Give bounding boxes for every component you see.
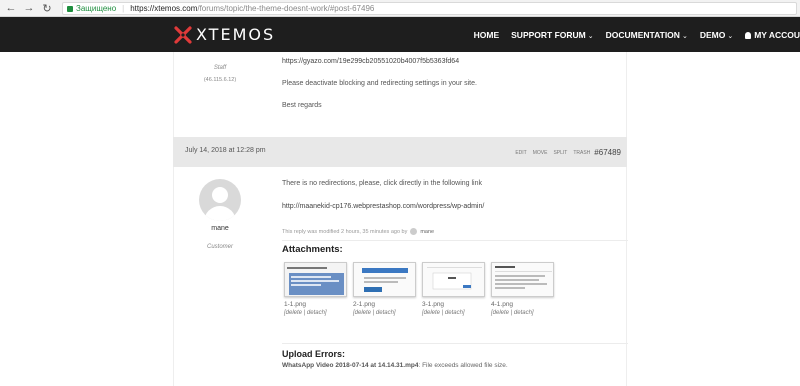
author-ip: (46.115.6.12) [203, 77, 237, 83]
modified-author[interactable]: mane [420, 229, 434, 235]
reply-current: mane Customer There is no redirections, … [173, 167, 628, 386]
attachment-item: 2-1.png [delete | detach] [353, 262, 416, 342]
attachment-thumbnail[interactable] [284, 262, 347, 297]
reply-author-column: Staff (46.115.6.12) [174, 52, 266, 137]
reply-text: There is no redirections, please, click … [282, 180, 482, 187]
avatar-body-shape [204, 206, 236, 221]
screenshot-thumbnail-icon [492, 263, 553, 296]
post-permalink[interactable]: #67489 [594, 148, 621, 157]
move-link[interactable]: MOVE [533, 150, 548, 156]
forum-topic: Staff (46.115.6.12) https://gyazo.com/19… [173, 52, 628, 386]
chevron-down-icon: ⌄ [727, 32, 734, 40]
author-role: Customer [206, 244, 233, 250]
url-path: /forums/topic/the-theme-doesnt-work/#pos… [197, 4, 375, 13]
main-nav: HOME SUPPORT FORUM ⌄ DOCUMENTATION ⌄ DEMO ⌄… [462, 17, 800, 52]
split-link[interactable]: SPLIT [553, 150, 567, 156]
back-icon[interactable]: ← [4, 1, 18, 15]
attachments-list: 1-1.png [delete | detach] 2-1.png [delet… [284, 262, 554, 342]
modified-text: This reply was modified 2 hours, 35 minu… [282, 228, 408, 235]
url-host: https://xtemos.com [130, 4, 198, 13]
attachment-item: 3-1.png [delete | detach] [422, 262, 485, 342]
reply-link[interactable]: https://gyazo.com/19e299cb20551020b4007f… [282, 58, 459, 65]
chevron-down-icon: ⌄ [587, 32, 594, 40]
upload-error-text: : File exceeds allowed file size. [418, 362, 508, 369]
upload-errors-title: Upload Errors: [282, 349, 346, 359]
attachment-name[interactable]: 2-1.png [353, 301, 416, 308]
divider [282, 240, 628, 241]
author-role: Staff [213, 65, 227, 71]
attachment-thumbnail[interactable] [491, 262, 554, 297]
page-margin-right [627, 52, 800, 386]
nav-demo[interactable]: DEMO ⌄ [700, 30, 733, 40]
upload-error-file: WhatsApp Video 2018-07-14 at 14.14.31.mp… [282, 362, 419, 369]
attachment-actions[interactable]: [delete | detach] [491, 310, 554, 316]
chevron-down-icon: ⌄ [681, 32, 688, 40]
logo-text: XTEMOS [196, 25, 276, 44]
site-logo[interactable]: XTEMOS [174, 25, 275, 44]
address-bar[interactable]: Защищено | https://xtemos.com /forums/to… [62, 2, 797, 15]
attachment-item: 4-1.png [delete | detach] [491, 262, 554, 342]
attachment-name[interactable]: 4-1.png [491, 301, 554, 308]
avatar[interactable] [199, 179, 241, 221]
reply-signoff: Best regards [282, 102, 322, 109]
author-name[interactable]: mane [174, 225, 266, 232]
edit-link[interactable]: EDIT [515, 150, 526, 156]
attachment-thumbnail[interactable] [353, 262, 416, 297]
xtemos-logo-icon [174, 25, 192, 44]
reply-date: July 14, 2018 at 12:28 pm [185, 147, 266, 154]
reply-header: July 14, 2018 at 12:28 pm EDIT MOVE SPLI… [173, 137, 627, 167]
attachment-actions[interactable]: [delete | detach] [284, 310, 347, 316]
attachment-name[interactable]: 1-1.png [284, 301, 347, 308]
attachments-title: Attachments: [282, 244, 343, 255]
modified-note: This reply was modified 2 hours, 35 minu… [282, 228, 434, 235]
user-icon [745, 31, 752, 39]
nav-documentation[interactable]: DOCUMENTATION ⌄ [606, 30, 688, 40]
reply-link[interactable]: http://maanekid-cp176.webprestashop.com/… [282, 203, 484, 210]
url-separator: | [122, 4, 125, 13]
secure-label: Защищено [76, 4, 117, 13]
nav-my-account[interactable]: MY ACCOU [745, 30, 800, 40]
avatar-head-shape [212, 187, 228, 203]
forward-icon[interactable]: → [22, 1, 36, 15]
attachment-actions[interactable]: [delete | detach] [422, 310, 485, 316]
reply-admin-links: EDIT MOVE SPLIT TRASH #67489 [509, 148, 621, 157]
reload-icon[interactable]: ↻ [40, 1, 54, 15]
divider [282, 343, 628, 344]
attachment-thumbnail[interactable] [422, 262, 485, 297]
browser-toolbar: ← → ↻ Защищено | https://xtemos.com /for… [0, 0, 800, 17]
attachment-item: 1-1.png [delete | detach] [284, 262, 347, 342]
lock-icon [67, 5, 73, 12]
reply-previous: Staff (46.115.6.12) https://gyazo.com/19… [173, 52, 627, 137]
upload-error-message: WhatsApp Video 2018-07-14 at 14.14.31.mp… [282, 362, 508, 369]
attachment-actions[interactable]: [delete | detach] [353, 310, 416, 316]
reply-text: Please deactivate blocking and redirecti… [282, 80, 477, 87]
screenshot-thumbnail-icon [285, 263, 346, 296]
nav-support-forum[interactable]: SUPPORT FORUM ⌄ [511, 30, 594, 40]
site-header: XTEMOS HOME SUPPORT FORUM ⌄ DOCUMENTATION… [0, 17, 800, 52]
mini-avatar-icon [410, 228, 418, 235]
screenshot-thumbnail-icon [354, 263, 415, 296]
attachment-name[interactable]: 3-1.png [422, 301, 485, 308]
trash-link[interactable]: TRASH [573, 150, 590, 156]
page-margin-left [0, 52, 173, 386]
screenshot-thumbnail-icon [423, 263, 484, 296]
nav-home[interactable]: HOME [474, 30, 500, 40]
